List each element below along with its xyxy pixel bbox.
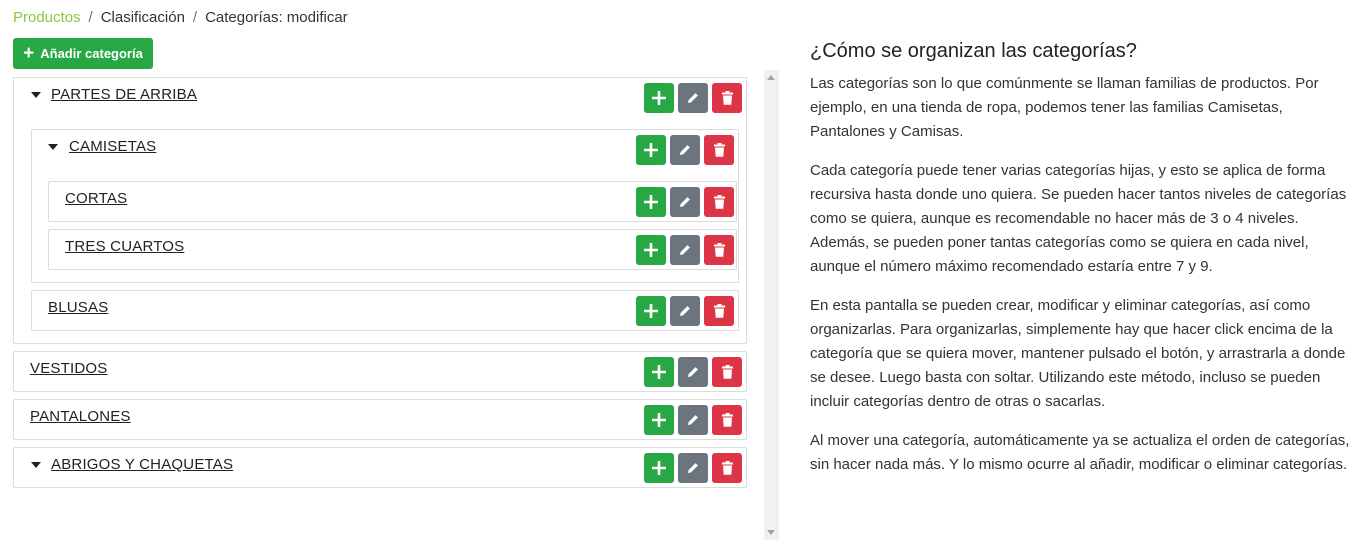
help-paragraph: Las categorías son lo que comúnmente se … [810, 75, 1319, 140]
category-node-vestidos[interactable]: VESTIDOS [13, 351, 747, 392]
plus-icon [644, 143, 658, 157]
trash-icon [721, 91, 733, 105]
pencil-icon [680, 306, 690, 316]
add-subcategory-button[interactable] [644, 405, 674, 435]
plus-icon [644, 304, 658, 318]
breadcrumb-current-page: Categorías: modificar [205, 9, 348, 26]
pencil-icon [680, 245, 690, 255]
caret-down-icon[interactable] [31, 462, 41, 468]
add-subcategory-button[interactable] [636, 235, 666, 265]
category-node-tres-cuartos[interactable]: TRES CUARTOS [48, 229, 737, 270]
help-paragraph: En esta pantalla se pueden crear, modifi… [810, 297, 1346, 410]
breadcrumb-separator: / [88, 9, 93, 26]
pencil-icon [688, 415, 698, 425]
trash-icon [721, 413, 733, 427]
add-subcategory-button[interactable] [644, 83, 674, 113]
delete-category-button[interactable] [704, 187, 734, 217]
edit-category-button[interactable] [678, 83, 708, 113]
breadcrumb-item-clasificacion[interactable]: Clasificación [101, 9, 185, 26]
edit-category-button[interactable] [670, 187, 700, 217]
delete-category-button[interactable] [712, 405, 742, 435]
help-panel: ¿Cómo se organizan las categorías? Las c… [810, 38, 1350, 492]
category-node-pantalones[interactable]: PANTALONES [13, 399, 747, 440]
pencil-icon [680, 145, 690, 155]
tree-scrollbar[interactable] [764, 70, 779, 540]
breadcrumb: Productos / Clasificación / Categorías: … [13, 9, 348, 26]
plus-icon [652, 413, 666, 427]
pencil-icon [680, 197, 690, 207]
plus-icon [644, 195, 658, 209]
category-node-cortas[interactable]: CORTAS [48, 181, 737, 222]
trash-icon [721, 461, 733, 475]
add-subcategory-button[interactable] [644, 453, 674, 483]
pencil-icon [688, 367, 698, 377]
trash-icon [713, 143, 725, 157]
category-label[interactable]: VESTIDOS [30, 360, 107, 377]
help-paragraph: Al mover una categoría, automáticamente … [810, 432, 1350, 473]
help-paragraph: Cada categoría puede tener varias catego… [810, 162, 1347, 275]
caret-down-icon[interactable] [48, 144, 58, 150]
category-label[interactable]: BLUSAS [48, 299, 108, 316]
delete-category-button[interactable] [712, 357, 742, 387]
edit-category-button[interactable] [670, 296, 700, 326]
scroll-up-icon[interactable] [767, 75, 775, 80]
add-subcategory-button[interactable] [636, 296, 666, 326]
delete-category-button[interactable] [712, 453, 742, 483]
category-label[interactable]: CAMISETAS [69, 138, 156, 155]
category-tree: PARTES DE ARRIBA CAMISETAS CORTAS TRES C… [13, 70, 779, 545]
category-label[interactable]: CORTAS [65, 190, 127, 207]
category-node-blusas[interactable]: BLUSAS [31, 290, 739, 331]
plus-icon: + [23, 43, 35, 64]
category-label[interactable]: PARTES DE ARRIBA [51, 86, 197, 103]
pencil-icon [688, 93, 698, 103]
add-subcategory-button[interactable] [644, 357, 674, 387]
scroll-down-icon[interactable] [767, 530, 775, 535]
add-category-label: Añadir categoría [40, 46, 143, 61]
delete-category-button[interactable] [704, 296, 734, 326]
plus-icon [652, 365, 666, 379]
add-subcategory-button[interactable] [636, 135, 666, 165]
plus-icon [644, 243, 658, 257]
trash-icon [713, 243, 725, 257]
edit-category-button[interactable] [678, 357, 708, 387]
edit-category-button[interactable] [678, 405, 708, 435]
plus-icon [652, 461, 666, 475]
category-label[interactable]: PANTALONES [30, 408, 131, 425]
caret-down-icon[interactable] [31, 92, 41, 98]
edit-category-button[interactable] [678, 453, 708, 483]
help-title: ¿Cómo se organizan las categorías? [810, 40, 1137, 62]
breadcrumb-separator: / [192, 9, 198, 26]
trash-icon [713, 304, 725, 318]
edit-category-button[interactable] [670, 135, 700, 165]
delete-category-button[interactable] [712, 83, 742, 113]
category-label[interactable]: ABRIGOS Y CHAQUETAS [51, 456, 233, 473]
add-subcategory-button[interactable] [636, 187, 666, 217]
category-node-abrigos-y-chaquetas[interactable]: ABRIGOS Y CHAQUETAS [13, 447, 747, 488]
category-node-partes-de-arriba[interactable]: PARTES DE ARRIBA CAMISETAS CORTAS TRES C… [13, 77, 747, 344]
breadcrumb-link-productos[interactable]: Productos [13, 9, 81, 26]
pencil-icon [688, 463, 698, 473]
add-category-button[interactable]: + Añadir categoría [13, 38, 153, 69]
edit-category-button[interactable] [670, 235, 700, 265]
trash-icon [713, 195, 725, 209]
trash-icon [721, 365, 733, 379]
delete-category-button[interactable] [704, 235, 734, 265]
category-label[interactable]: TRES CUARTOS [65, 238, 184, 255]
delete-category-button[interactable] [704, 135, 734, 165]
plus-icon [652, 91, 666, 105]
category-node-camisetas[interactable]: CAMISETAS CORTAS TRES CUARTOS [31, 129, 739, 283]
